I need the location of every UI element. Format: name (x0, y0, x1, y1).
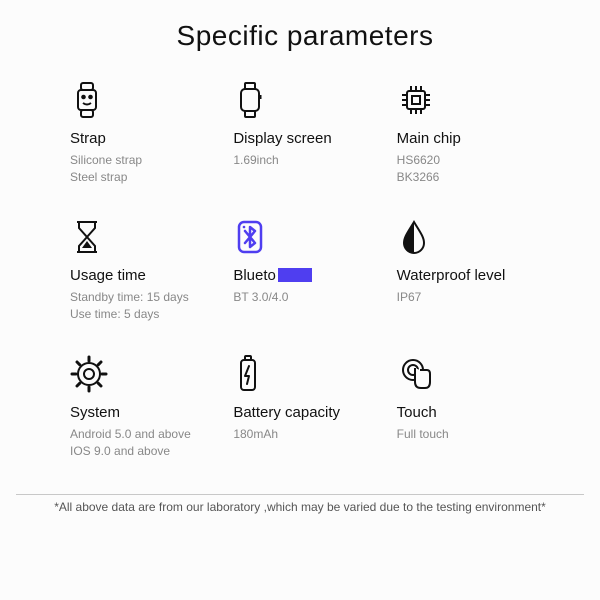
spec-touch: Touch Full touch (397, 354, 540, 461)
spec-label: System (70, 404, 213, 421)
redaction-block (278, 268, 312, 282)
parameters-panel: Specific parameters Strap Silicone strap… (0, 0, 600, 470)
divider (16, 494, 584, 495)
spec-desc: BT 3.0/4.0 (233, 289, 376, 306)
spec-system: System Android 5.0 and above IOS 9.0 and… (70, 354, 213, 461)
page-title: Specific parameters (70, 20, 540, 52)
spec-desc: 180mAh (233, 426, 376, 443)
spec-battery: Battery capacity 180mAh (233, 354, 376, 461)
hourglass-icon (70, 217, 110, 257)
spec-chip: Main chip HS6620 BK3266 (397, 80, 540, 187)
battery-icon (233, 354, 273, 394)
display-icon (233, 80, 273, 120)
spec-label: Main chip (397, 130, 540, 147)
spec-display: Display screen 1.69inch (233, 80, 376, 187)
chip-icon (397, 80, 437, 120)
spec-label: Display screen (233, 130, 376, 147)
strap-icon (70, 80, 110, 120)
spec-label: Usage time (70, 267, 213, 284)
spec-grid: Strap Silicone strap Steel strap Display… (70, 80, 540, 460)
bluetooth-icon (233, 217, 273, 257)
footnote: *All above data are from our laboratory … (0, 499, 600, 516)
spec-desc: IP67 (397, 289, 540, 306)
spec-bluetooth: Blueto BT 3.0/4.0 (233, 217, 376, 324)
spec-label: Battery capacity (233, 404, 376, 421)
spec-waterproof: Waterproof level IP67 (397, 217, 540, 324)
spec-desc: HS6620 BK3266 (397, 152, 540, 187)
spec-label: Touch (397, 404, 540, 421)
spec-desc: Silicone strap Steel strap (70, 152, 213, 187)
bluetooth-label-text: Blueto (233, 267, 276, 284)
spec-label: Blueto (233, 267, 312, 284)
spec-desc: Android 5.0 and above IOS 9.0 and above (70, 426, 213, 461)
spec-label: Strap (70, 130, 213, 147)
spec-label: Waterproof level (397, 267, 540, 284)
waterdrop-icon (397, 217, 437, 257)
gear-icon (70, 354, 110, 394)
spec-desc: 1.69inch (233, 152, 376, 169)
spec-desc: Full touch (397, 426, 540, 443)
spec-desc: Standby time: 15 days Use time: 5 days (70, 289, 213, 324)
spec-strap: Strap Silicone strap Steel strap (70, 80, 213, 187)
spec-usage: Usage time Standby time: 15 days Use tim… (70, 217, 213, 324)
touch-icon (397, 354, 437, 394)
